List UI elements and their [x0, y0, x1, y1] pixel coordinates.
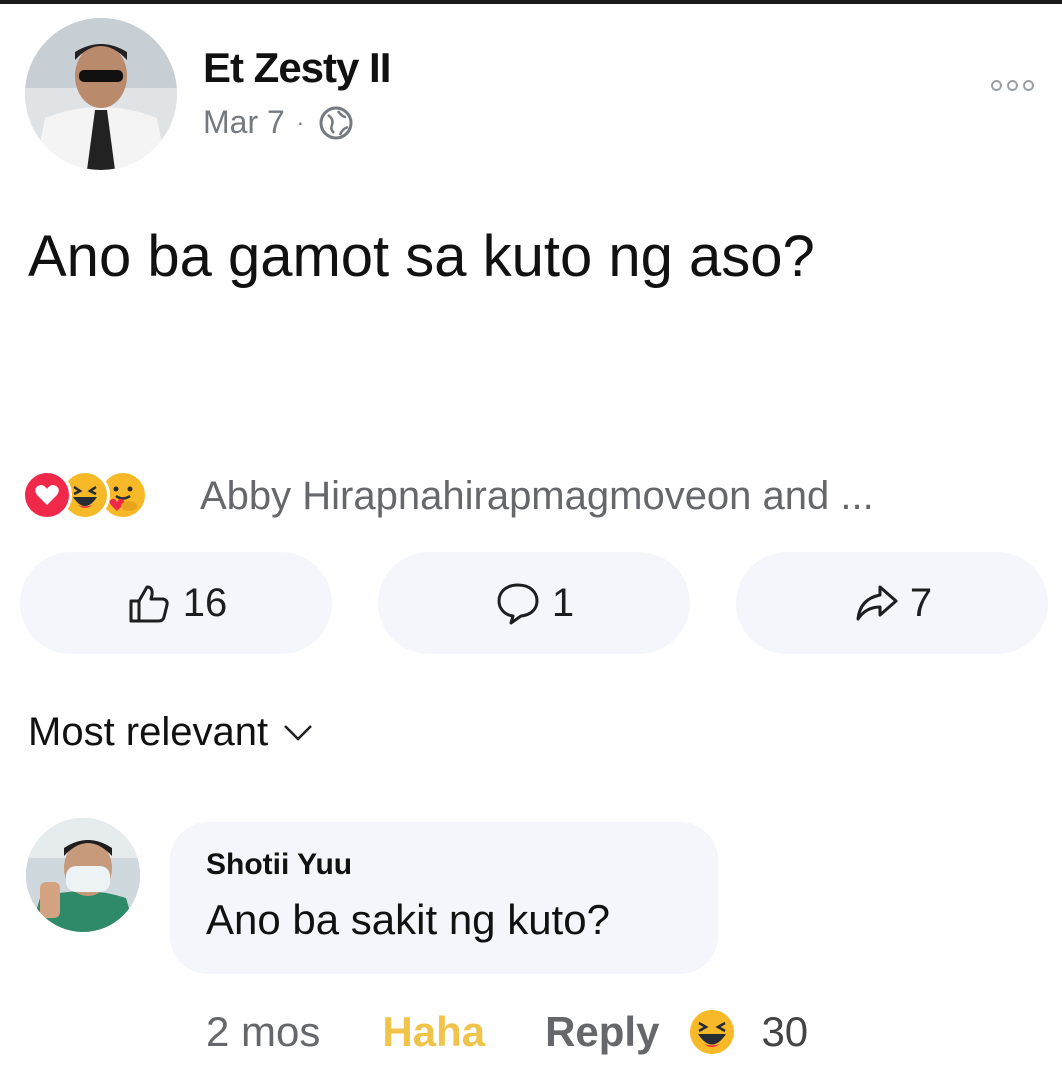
comment-actions: 2 mos Haha Reply 30 — [206, 1008, 808, 1056]
share-icon — [856, 585, 898, 621]
love-icon — [22, 470, 72, 520]
author-name[interactable]: Et Zesty II — [203, 44, 391, 92]
more-options-icon[interactable] — [991, 80, 1034, 91]
comment-text: Ano ba sakit ng kuto? — [206, 896, 610, 943]
post-text: Ano ba gamot sa kuto ng aso? — [28, 224, 815, 289]
commenter-avatar[interactable] — [26, 818, 140, 932]
reactions-summary-text[interactable]: Abby Hirapnahirapmagmoveon and ... — [200, 474, 874, 519]
sort-label: Most relevant — [28, 710, 269, 754]
post-date[interactable]: Mar 7 — [203, 104, 285, 141]
comment-count: 1 — [551, 580, 575, 625]
author-avatar[interactable] — [25, 18, 177, 170]
like-count: 16 — [182, 580, 228, 625]
meta-separator: · — [296, 109, 305, 135]
commenter-name[interactable]: Shotii Yuu — [206, 848, 352, 882]
chevron-down-icon — [284, 724, 312, 741]
comment-icon — [497, 583, 539, 625]
comment-reply-button[interactable]: Reply — [545, 1008, 659, 1056]
comment-button[interactable]: 1 — [378, 552, 690, 654]
comment-reaction-count: 30 — [761, 1008, 809, 1055]
thumbs-up-icon — [129, 585, 169, 623]
share-count: 7 — [909, 580, 933, 625]
globe-icon — [319, 106, 353, 139]
haha-icon[interactable] — [689, 1009, 735, 1055]
reaction-icons[interactable] — [22, 470, 148, 520]
like-button[interactable]: 16 — [20, 552, 332, 654]
comment-time[interactable]: 2 mos — [206, 1008, 320, 1056]
comment-sort-dropdown[interactable]: Most relevant — [28, 710, 314, 755]
share-button[interactable]: 7 — [736, 552, 1048, 654]
top-border — [0, 0, 1062, 4]
comment-haha-button[interactable]: Haha — [382, 1008, 485, 1056]
post-meta: Mar 7 · — [203, 104, 354, 141]
